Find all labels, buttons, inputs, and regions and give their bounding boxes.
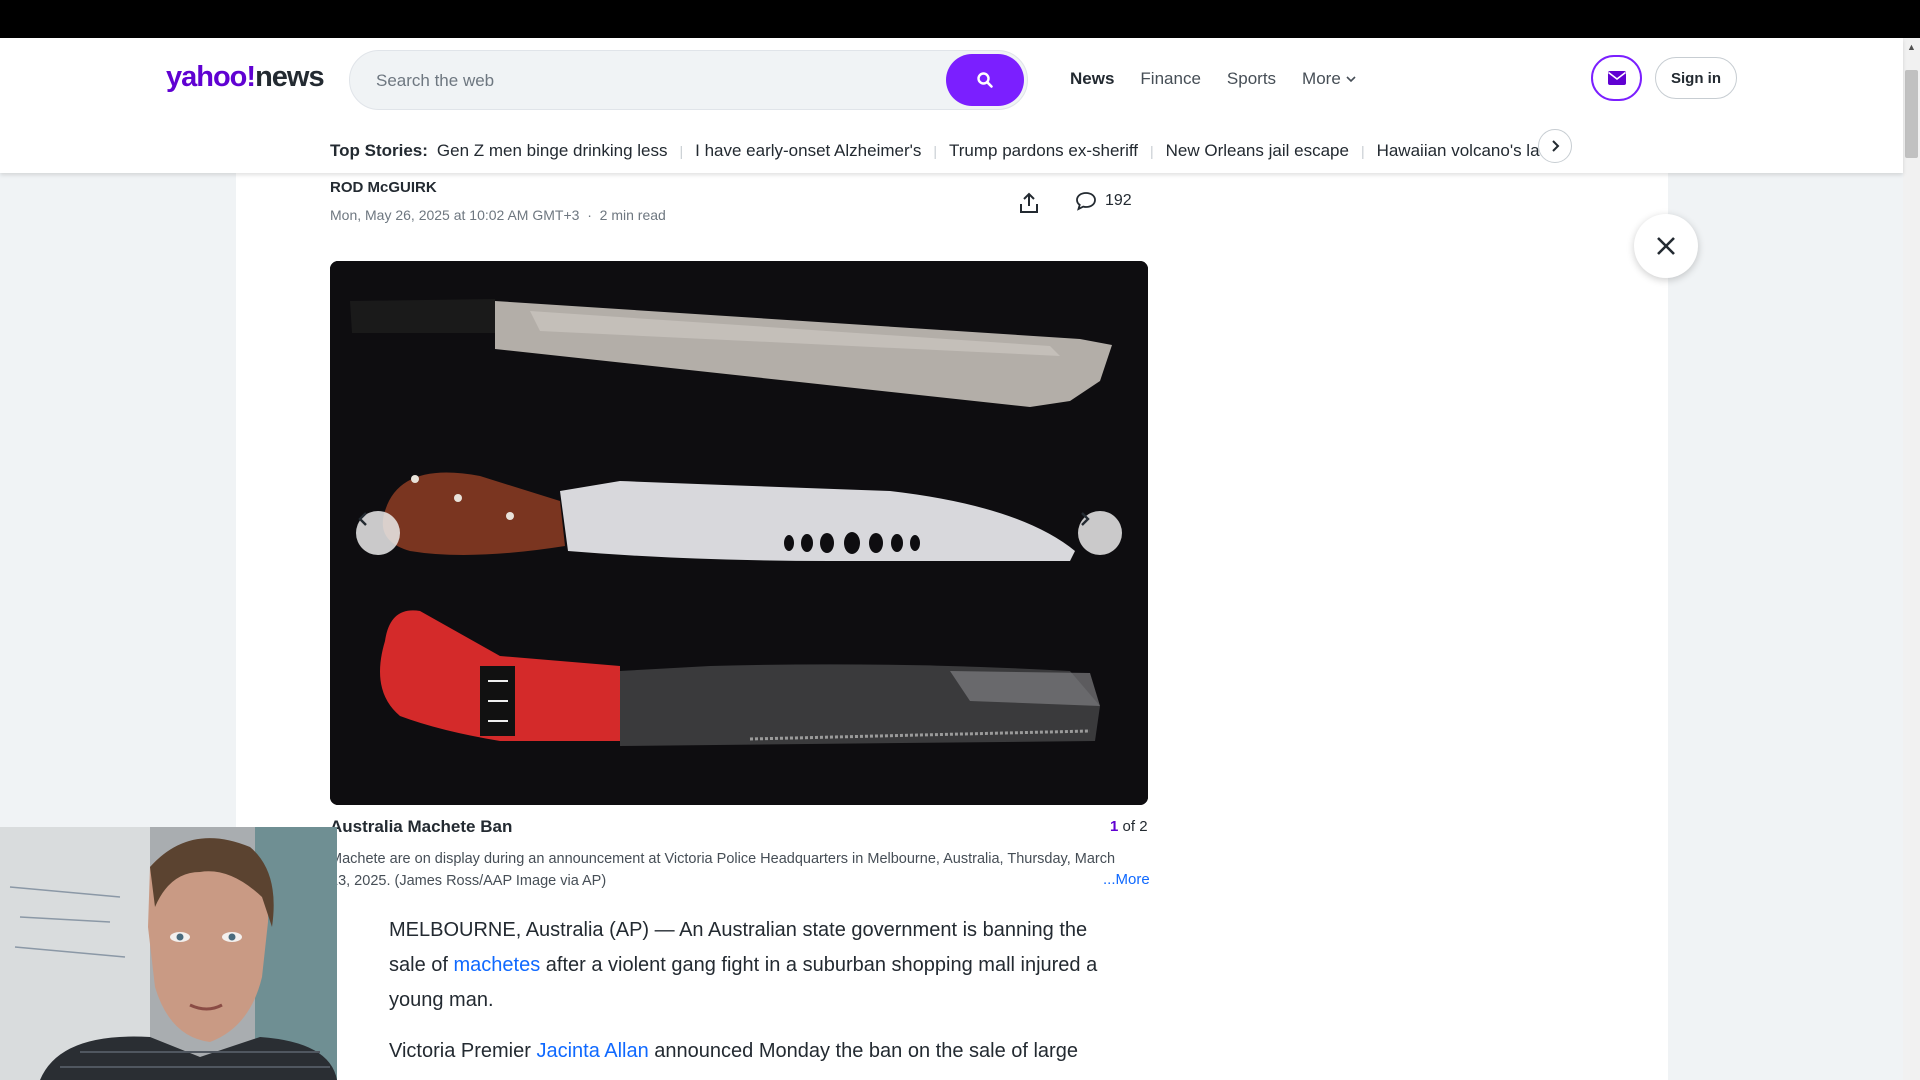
search-button[interactable] xyxy=(946,54,1024,106)
top-stories-label: Top Stories: xyxy=(330,141,428,160)
comment-count: 192 xyxy=(1105,192,1132,209)
divider: | xyxy=(679,143,684,159)
search-bar xyxy=(349,50,1028,110)
close-button[interactable] xyxy=(1634,214,1698,278)
read-time: 2 min read xyxy=(599,207,666,223)
scrollbar[interactable] xyxy=(1903,38,1920,1080)
gallery-total: of 2 xyxy=(1122,818,1148,835)
gallery-caption: Machete are on display during an announc… xyxy=(330,851,1116,889)
yahoo-news-logo[interactable]: yahoo!news xyxy=(166,61,325,94)
main-nav: News Finance Sports More xyxy=(1070,69,1357,89)
gallery-current: 1 xyxy=(1110,818,1119,835)
caption-more-link[interactable]: ...More xyxy=(1103,871,1150,888)
webcam-person-image xyxy=(0,827,337,1080)
divider: | xyxy=(933,143,938,159)
nav-news[interactable]: News xyxy=(1070,69,1114,89)
meta-separator: · xyxy=(587,207,592,223)
top-story-link[interactable]: Gen Z men binge drinking less xyxy=(437,141,668,161)
paragraph: MELBOURNE, Australia (AP) — An Australia… xyxy=(389,919,1098,1011)
chevron-right-icon xyxy=(1081,512,1090,526)
gallery-counter: 1 of 2 xyxy=(1110,818,1148,835)
site-header: yahoo!news News Finance Sports More Sign… xyxy=(0,38,1903,173)
nav-sports[interactable]: Sports xyxy=(1227,69,1276,89)
divider: | xyxy=(1360,143,1365,159)
comments-button[interactable]: 192 xyxy=(1075,191,1132,211)
scroll-up-arrow[interactable]: ▲ xyxy=(1903,38,1920,55)
nav-more[interactable]: More xyxy=(1302,69,1357,89)
top-story-link[interactable]: Hawaiian volcano's la xyxy=(1377,141,1540,161)
comment-icon xyxy=(1076,192,1096,211)
inline-link[interactable]: machetes xyxy=(453,954,540,976)
divider: | xyxy=(1149,143,1154,159)
browser-top-bar xyxy=(0,0,1920,38)
top-stories-bar: Top Stories: Gen Z men binge drinking le… xyxy=(330,136,1570,166)
article-meta: Mon, May 26, 2025 at 10:02 AM GMT+3 · 2 … xyxy=(330,207,666,223)
inline-link[interactable]: Jacinta Allan xyxy=(536,1040,648,1062)
webcam-overlay xyxy=(0,827,337,1080)
gallery-title: Australia Machete Ban xyxy=(330,817,513,836)
chevron-right-icon xyxy=(1552,140,1560,152)
search-icon xyxy=(977,72,993,88)
top-stories-next-button[interactable] xyxy=(1538,129,1572,163)
article-body: MELBOURNE, Australia (AP) — An Australia… xyxy=(389,913,1109,1080)
paragraph: Victoria Premier Jacinta Allan announced… xyxy=(389,1040,1078,1062)
machetes-photo xyxy=(330,261,1148,805)
top-story-link[interactable]: I have early-onset Alzheimer's xyxy=(695,141,921,161)
gallery-image[interactable] xyxy=(330,261,1148,805)
gallery-next-button[interactable] xyxy=(1078,511,1122,555)
nav-finance[interactable]: Finance xyxy=(1140,69,1200,89)
chevron-left-icon xyxy=(358,512,367,526)
publish-date: Mon, May 26, 2025 at 10:02 AM GMT+3 xyxy=(330,207,580,223)
chevron-down-icon xyxy=(1346,76,1356,83)
top-story-truncated: Hawaiian volcano's la xyxy=(1376,141,1540,160)
gallery-prev-button[interactable] xyxy=(356,511,400,555)
nav-more-label: More xyxy=(1302,69,1341,88)
top-story-link[interactable]: Trump pardons ex-sheriff xyxy=(949,141,1138,161)
share-icon xyxy=(1020,192,1038,213)
mail-button[interactable] xyxy=(1591,55,1642,101)
scrollbar-thumb[interactable] xyxy=(1905,70,1918,158)
author-byline[interactable]: ROD McGUIRK xyxy=(330,179,437,196)
search-input[interactable] xyxy=(376,69,936,93)
sign-in-button[interactable]: Sign in xyxy=(1655,57,1737,99)
mail-icon xyxy=(1607,71,1626,85)
top-story-link[interactable]: New Orleans jail escape xyxy=(1166,141,1349,161)
close-icon xyxy=(1657,237,1675,255)
share-button[interactable] xyxy=(1014,188,1044,218)
